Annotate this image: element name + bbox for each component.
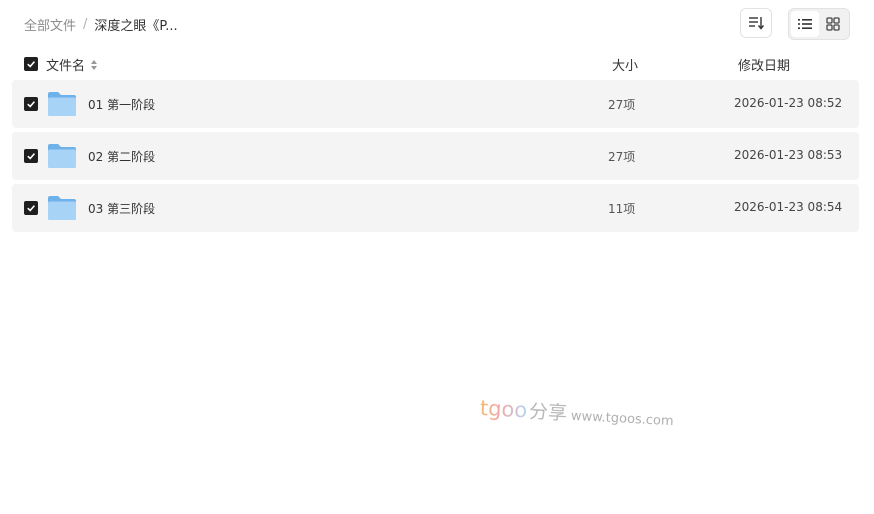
breadcrumb: 全部文件 / 深度之眼《P... <box>24 14 178 34</box>
check-icon <box>27 205 36 212</box>
table-header: 文件名 大小 修改日期 <box>12 52 859 76</box>
row-checkbox[interactable] <box>24 149 38 163</box>
folder-icon <box>48 144 76 168</box>
file-list: 01 第一阶段 27项 2026-01-23 08:52 02 第二阶段 27项… <box>12 80 859 236</box>
sort-list-icon <box>749 17 764 30</box>
column-name-label: 文件名 <box>46 59 86 74</box>
file-size: 27项 <box>608 150 636 164</box>
check-icon <box>27 153 36 160</box>
folder-icon <box>48 92 76 116</box>
list-view-icon <box>798 19 812 29</box>
watermark-brand: tgoo <box>479 396 528 423</box>
file-size: 11项 <box>608 202 636 216</box>
column-name-header[interactable]: 文件名 <box>46 55 98 74</box>
sort-toggle-icon <box>91 59 98 70</box>
file-size: 27项 <box>608 98 636 112</box>
watermark-url: www.tgoos.com <box>570 408 674 430</box>
row-checkbox[interactable] <box>24 201 38 215</box>
breadcrumb-current: 深度之眼《P... <box>94 18 178 34</box>
check-icon <box>27 61 36 68</box>
column-date-header[interactable]: 修改日期 <box>738 55 790 74</box>
view-toggle <box>788 8 850 40</box>
check-icon <box>27 101 36 108</box>
table-row[interactable]: 01 第一阶段 27项 2026-01-23 08:52 <box>12 80 859 128</box>
folder-icon <box>48 196 76 220</box>
file-name[interactable]: 02 第二阶段 <box>88 148 155 165</box>
grid-view-button[interactable] <box>819 11 847 37</box>
breadcrumb-root[interactable]: 全部文件 <box>24 15 76 34</box>
column-size-header[interactable]: 大小 <box>612 55 638 74</box>
file-date: 2026-01-23 08:53 <box>734 148 843 162</box>
watermark: tgoo 分享 www.tgoos.com <box>479 394 674 431</box>
table-row[interactable]: 02 第二阶段 27项 2026-01-23 08:53 <box>12 132 859 180</box>
file-name[interactable]: 01 第一阶段 <box>88 96 155 113</box>
file-browser: 全部文件 / 深度之眼《P... 文件名 大小 修改日期 01 第一阶段 27项… <box>0 0 874 514</box>
table-row[interactable]: 03 第三阶段 11项 2026-01-23 08:54 <box>12 184 859 232</box>
file-name[interactable]: 03 第三阶段 <box>88 200 155 217</box>
grid-view-icon <box>826 17 840 31</box>
watermark-cn: 分享 <box>528 400 568 425</box>
file-date: 2026-01-23 08:52 <box>734 96 843 110</box>
row-checkbox[interactable] <box>24 97 38 111</box>
select-all-checkbox[interactable] <box>24 57 38 71</box>
sort-button[interactable] <box>740 8 772 38</box>
list-view-button[interactable] <box>791 11 819 37</box>
breadcrumb-separator: / <box>83 16 88 32</box>
file-date: 2026-01-23 08:54 <box>734 200 843 214</box>
